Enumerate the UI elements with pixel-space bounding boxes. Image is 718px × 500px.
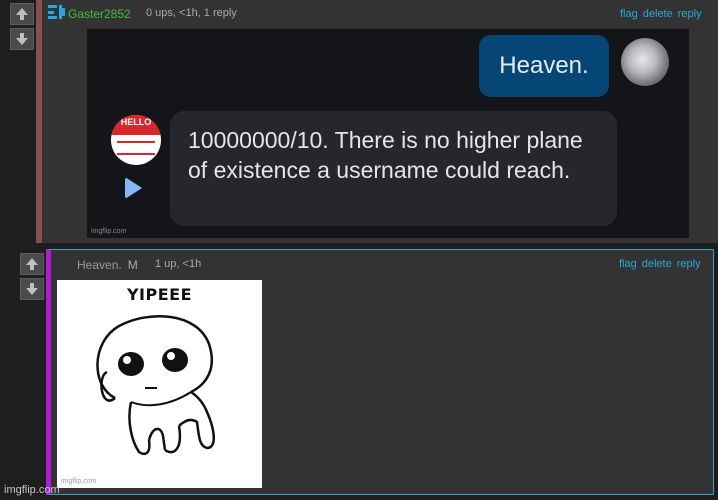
comment-meta: 0 ups, <1h, 1 reply [146, 7, 237, 19]
delete-link[interactable]: delete [643, 8, 673, 20]
mod-badge: M [127, 258, 138, 272]
avatar [621, 38, 669, 86]
downvote-button[interactable] [10, 28, 34, 50]
meme-image: Heaven. HELLO 10000000/10. There is no h… [87, 29, 689, 238]
comment-actions: flag delete reply [620, 8, 702, 20]
comment-username[interactable]: Gaster2852 [68, 7, 131, 21]
flag-link[interactable]: flag [620, 8, 638, 20]
arrow-up-icon [16, 8, 28, 20]
comment-actions: flag delete reply [619, 258, 701, 270]
creature-drawing [96, 315, 215, 456]
arrow-up-icon [26, 258, 38, 270]
image-watermark: imgflip.com [91, 228, 127, 235]
user-badge-icon [48, 5, 65, 19]
comment-gaster2852: Gaster2852 0 ups, <1h, 1 reply flag delet… [36, 0, 718, 243]
image-watermark: imgflip.com [61, 478, 97, 485]
downvote-button[interactable] [20, 278, 44, 300]
arrow-down-icon [26, 283, 38, 295]
reply-link[interactable]: reply [677, 258, 701, 270]
meme-image: YIPEEE imgflip.com [57, 280, 262, 488]
chat-bubble-incoming: 10000000/10. There is no higher plane of… [170, 111, 617, 226]
upvote-button[interactable] [10, 3, 34, 25]
comment-meta: 1 up, <1h [155, 258, 202, 270]
comment-username[interactable]: Heaven. [77, 258, 122, 272]
site-watermark: imgflip.com [4, 484, 60, 496]
flag-link[interactable]: flag [619, 258, 637, 270]
delete-link[interactable]: delete [642, 258, 672, 270]
upvote-button[interactable] [20, 253, 44, 275]
play-icon [125, 177, 142, 199]
chat-bubble-outgoing: Heaven. [479, 35, 609, 97]
arrow-down-icon [16, 33, 28, 45]
comment-user-line: Heaven. M [77, 258, 138, 272]
hello-label: HELLO [111, 115, 161, 135]
reply-link[interactable]: reply [678, 8, 702, 20]
hello-tag-avatar: HELLO [111, 115, 161, 165]
